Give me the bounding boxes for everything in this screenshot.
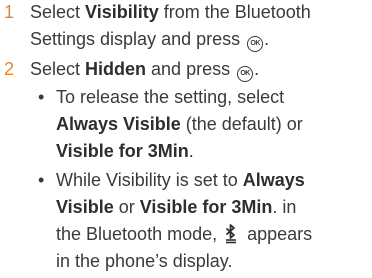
step-2-line: Select Hidden and press OK. bbox=[30, 57, 259, 82]
visibility-term: Visibility bbox=[85, 2, 159, 22]
visible-3min-term: Visible for 3Min bbox=[56, 141, 189, 161]
bluetooth-icon bbox=[226, 224, 237, 244]
hidden-term: Hidden bbox=[85, 59, 147, 79]
step-1-number: 1 bbox=[4, 2, 15, 22]
bullet-2-line-3: the Bluetooth mode, appears bbox=[56, 224, 313, 244]
always-visible-term: Always Visible bbox=[56, 114, 181, 134]
instruction-document: 1 Select Visibility from the Bluetooth S… bbox=[0, 0, 372, 278]
always-term: Always bbox=[242, 170, 305, 190]
ok-key-icon: OK bbox=[247, 36, 264, 52]
ok-key-icon: OK bbox=[237, 66, 254, 82]
step-1-line-1: Select Visibility from the Bluetooth bbox=[30, 2, 311, 22]
step-2-number: 2 bbox=[4, 59, 15, 79]
visible-3min-term: Visible for 3Min bbox=[139, 197, 273, 217]
bullet-1-line-1: To release the setting, select bbox=[56, 87, 285, 107]
visible-term: Visible bbox=[56, 197, 114, 217]
bullet-2-line-1: While Visibility is set to Always bbox=[56, 170, 305, 190]
bullet-1-line-2: Always Visible (the default) or bbox=[56, 114, 303, 134]
bullet-1-line-3: Visible for 3Min. bbox=[56, 141, 194, 161]
bullet-2-line-4: in the phone’s display. bbox=[56, 251, 233, 271]
bullet-2-marker: • bbox=[38, 170, 45, 190]
bullet-2-line-2: Visible or Visible for 3Min. in bbox=[56, 197, 297, 217]
step-1-line-2: Settings display and press OK. bbox=[30, 27, 269, 52]
bullet-1-marker: • bbox=[38, 87, 45, 107]
